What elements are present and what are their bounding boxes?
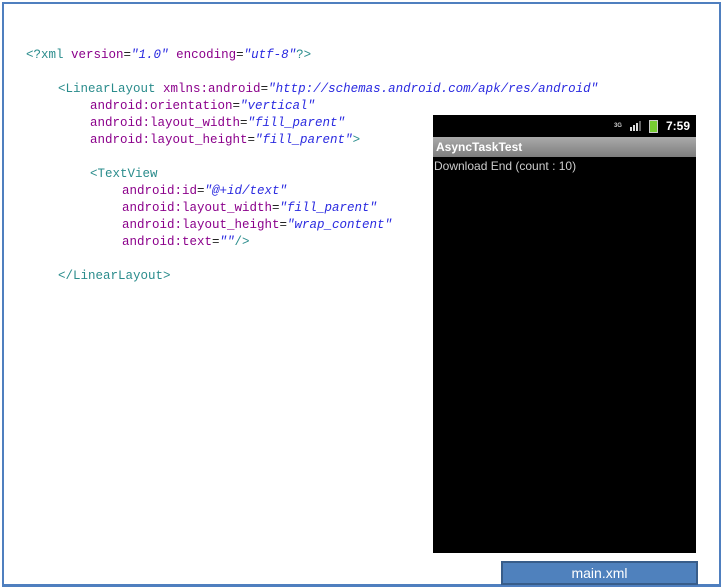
code-line: android:layout_width="fill_parent" <box>122 200 377 217</box>
code-token-pun <box>169 48 177 62</box>
code-token-pun: = <box>236 48 244 62</box>
code-token-val: "1.0" <box>131 48 169 62</box>
status-bar: 3G 7:59 <box>433 115 696 137</box>
code-token-pun: = <box>240 116 248 130</box>
code-token-val: "vertical" <box>240 99 316 113</box>
file-tab-main-xml[interactable]: main.xml <box>501 561 698 585</box>
code-line: android:layout_height="wrap_content" <box>122 217 392 234</box>
app-title-bar: AsyncTaskTest <box>433 137 696 157</box>
code-token-pun: = <box>197 184 205 198</box>
code-token-attr: xmlns:android <box>163 82 261 96</box>
code-line: </LinearLayout> <box>58 268 171 285</box>
code-token-val: "utf-8" <box>243 48 297 62</box>
code-token-val: "fill_parent" <box>247 116 346 130</box>
code-token-attr: encoding <box>176 48 237 62</box>
code-token-val: "@+id/text" <box>204 184 288 198</box>
code-line: android:layout_width="fill_parent" <box>90 115 345 132</box>
code-line: android:orientation="vertical" <box>90 98 315 115</box>
code-token-attr: android:text <box>122 235 213 249</box>
code-token-pun: = <box>279 218 288 232</box>
code-line: android:id="@+id/text" <box>122 183 287 200</box>
code-token-pun: = <box>247 133 256 147</box>
code-line: <TextView <box>90 166 158 183</box>
code-token-tag: <LinearLayout <box>58 82 164 96</box>
code-token-tag: /> <box>234 235 250 249</box>
code-token-attr: android:orientation <box>90 99 233 113</box>
code-token-val: "" <box>219 235 235 249</box>
signal-icon <box>629 121 641 131</box>
code-token-val: "fill_parent" <box>279 201 378 215</box>
code-token-val: "http://schemas.android.com/apk/res/andr… <box>268 82 599 96</box>
android-emulator-screen: 3G 7:59 AsyncTaskTest Download End (coun… <box>433 115 696 553</box>
code-token-tag: <TextView <box>90 167 158 181</box>
code-line: <LinearLayout xmlns:android="http://sche… <box>58 81 598 98</box>
text-view: Download End (count : 10) <box>434 159 577 173</box>
code-token-tag: <?xml <box>26 48 72 62</box>
code-token-attr: android:id <box>122 184 198 198</box>
code-token-val: "wrap_content" <box>287 218 393 232</box>
code-token-attr: android:layout_height <box>90 133 248 147</box>
network-3g-icon: 3G <box>613 123 622 129</box>
code-token-tag: > <box>352 133 361 147</box>
code-token-tag: ?> <box>296 48 312 62</box>
code-token-attr: android:layout_width <box>122 201 273 215</box>
code-line: <?xml version="1.0" encoding="utf-8"?> <box>26 47 311 64</box>
code-token-pun: = <box>260 82 269 96</box>
code-token-pun: = <box>272 201 280 215</box>
code-token-attr: android:layout_width <box>90 116 241 130</box>
battery-icon <box>648 119 658 133</box>
code-token-attr: version <box>71 48 124 62</box>
code-token-pun: = <box>212 235 220 249</box>
code-token-tag: </LinearLayout> <box>58 269 171 283</box>
code-token-pun: = <box>232 99 241 113</box>
code-token-pun: = <box>123 48 132 62</box>
clock: 7:59 <box>665 119 690 133</box>
code-token-attr: android:layout_height <box>122 218 280 232</box>
code-token-val: "fill_parent" <box>255 133 353 147</box>
code-line: android:layout_height="fill_parent"> <box>90 132 360 149</box>
code-line: android:text=""/> <box>122 234 250 251</box>
